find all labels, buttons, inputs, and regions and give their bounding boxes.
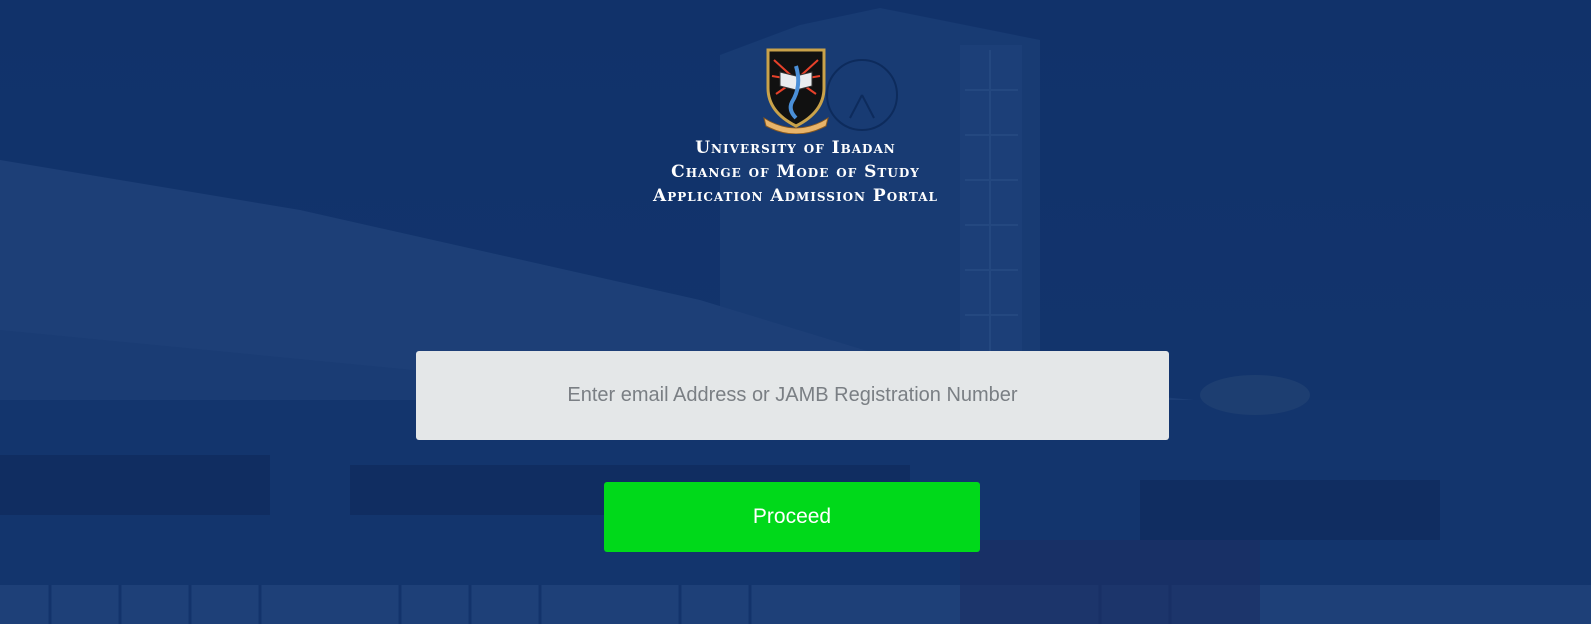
university-name: University of Ibadan [695, 138, 896, 158]
portal-subtitle: Change of Mode of Study [671, 162, 920, 182]
portal-title: Application Admission Portal [653, 186, 938, 206]
university-crest-icon [762, 48, 829, 134]
proceed-button[interactable]: Proceed [604, 482, 980, 552]
email-or-jamb-input[interactable] [416, 351, 1169, 440]
portal-header: University of Ibadan Change of Mode of S… [0, 46, 1591, 208]
